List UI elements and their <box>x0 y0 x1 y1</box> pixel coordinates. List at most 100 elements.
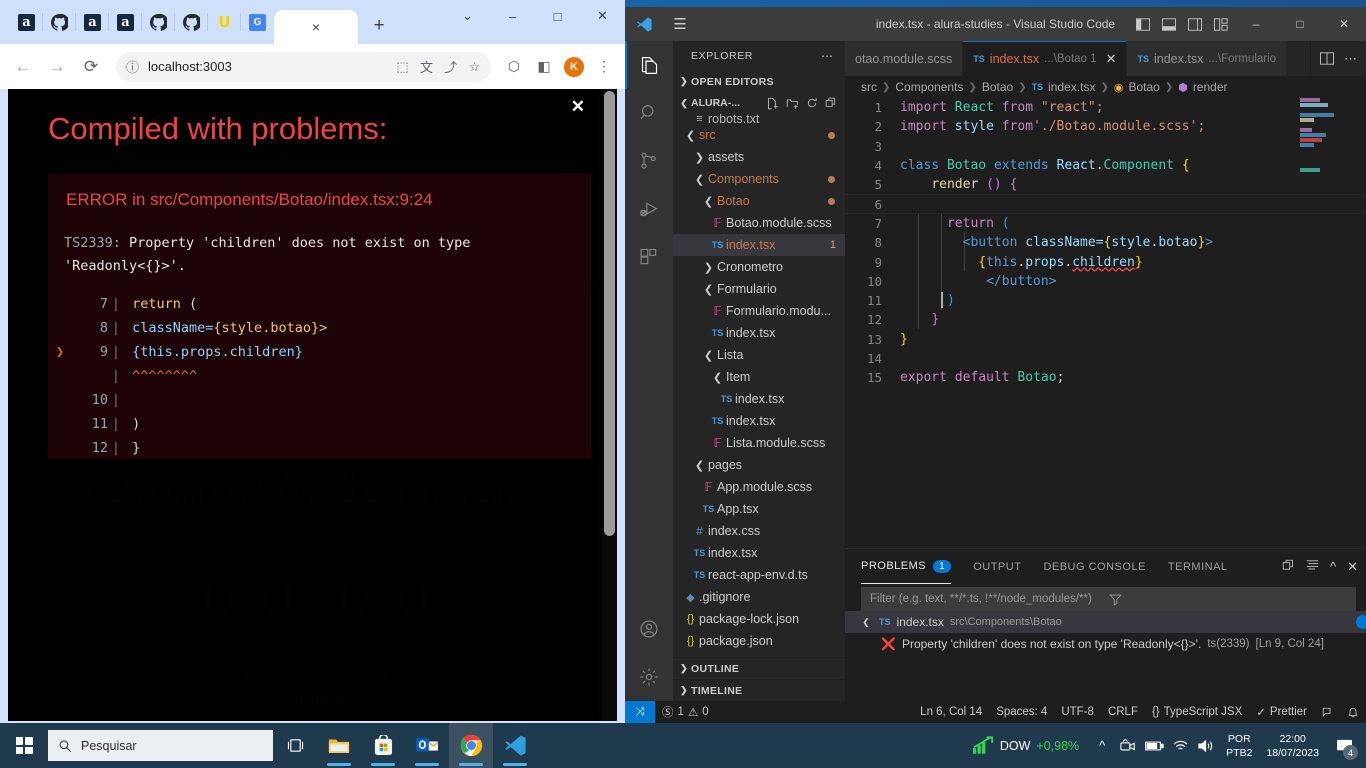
activity-run-debug-icon[interactable] <box>625 185 673 233</box>
site-info-icon[interactable]: ⓘ <box>124 57 141 76</box>
accounts-icon[interactable] <box>625 605 673 653</box>
stock-widget[interactable]: DOW +0,98% <box>962 736 1089 755</box>
editor-tab-otao-module.scss[interactable]: otao.module.scss <box>845 41 964 76</box>
panel-tab-output[interactable]: OUTPUT <box>973 549 1021 584</box>
activity-source-control-icon[interactable] <box>625 137 673 185</box>
tree-file-package-lock.json[interactable]: {} package-lock.json <box>673 608 845 630</box>
breadcrumb-item[interactable]: Components <box>895 80 963 94</box>
tree-folder-components[interactable]: ❮ Components <box>673 168 845 190</box>
pinned-tab-alura-tab-1[interactable]: a <box>10 0 43 44</box>
toggle-panel-icon[interactable] <box>1156 17 1182 31</box>
breadcrumb-item[interactable]: render <box>1193 80 1228 94</box>
pinned-tab-github-tab-3[interactable] <box>175 0 208 44</box>
problems-filter-input[interactable]: Filter (e.g. text, **/*.ts, !**/node_mod… <box>861 587 1356 611</box>
clear-panel-icon[interactable] <box>1306 559 1319 575</box>
meet-now-icon[interactable] <box>1115 723 1141 768</box>
chrome-menu-icon[interactable]: ⋮ <box>591 54 617 80</box>
breadcrumb-item[interactable]: Botao <box>1128 80 1159 94</box>
breadcrumb-item[interactable]: index.tsx <box>1048 80 1095 94</box>
reload-button[interactable]: ⟳ <box>76 52 106 82</box>
volume-icon[interactable] <box>1193 723 1219 768</box>
gear-icon[interactable] <box>625 653 673 701</box>
panel-tab-problems[interactable]: PROBLEMS 1 <box>861 549 952 584</box>
editor-tab-index-tsx[interactable]: TS index.tsx ...\Botao 1 ✕ <box>963 41 1128 76</box>
url-text[interactable]: localhost:3003 <box>148 59 387 74</box>
battery-icon[interactable] <box>1141 723 1167 768</box>
breadcrumb-item[interactable]: Botao <box>982 80 1013 94</box>
code-line[interactable]: 13} <box>845 330 1366 349</box>
clock[interactable]: 22:00 18/07/2023 <box>1259 732 1326 760</box>
code-line[interactable]: 4 class Botao extends React.Component { <box>845 156 1366 175</box>
back-button[interactable]: ← <box>8 52 38 82</box>
language-indicator[interactable]: POR PTB2 <box>1219 732 1259 760</box>
forward-button[interactable]: → <box>42 52 72 82</box>
maximize-button[interactable]: □ <box>535 0 580 32</box>
pinned-tab-github-tab-2[interactable] <box>142 0 175 44</box>
vscode-maximize-button[interactable]: □ <box>1278 7 1322 41</box>
code-line[interactable]: 11 ) <box>845 291 1366 310</box>
tree-file-index.tsx[interactable]: TS index.tsx <box>673 388 845 410</box>
new-file-icon[interactable] <box>766 97 779 110</box>
funnel-icon[interactable] <box>1108 593 1348 606</box>
extensions-icon[interactable]: ⬡ <box>501 54 527 80</box>
status-language-mode[interactable]: {} TypeScript JSX <box>1145 701 1249 723</box>
bookmark-icon[interactable]: ☆ <box>466 59 483 75</box>
code-line[interactable]: 12 } <box>845 310 1366 329</box>
share-icon[interactable]: ⤴ <box>442 57 459 76</box>
status-bell-icon[interactable] <box>1340 701 1366 723</box>
taskbar-vscode[interactable] <box>493 723 537 768</box>
activity-explorer-icon[interactable] <box>625 41 673 89</box>
close-tab-icon[interactable]: × <box>312 19 320 35</box>
problem-file-row[interactable]: ❮ TS index.tsx src\Components\Botao <box>845 611 1366 633</box>
tab-search-icon[interactable]: ⌄ <box>445 0 490 32</box>
tree-file-.gitignore[interactable]: ◆ .gitignore <box>673 586 845 608</box>
tree-file-app.module.scss[interactable]: 𝔽 App.module.scss <box>673 476 845 498</box>
status-eol[interactable]: CRLF <box>1101 701 1145 723</box>
code-line[interactable]: 2 import style from'./Botao.module.scss'; <box>845 117 1366 136</box>
customize-layout-icon[interactable] <box>1208 17 1234 31</box>
code-line[interactable]: 9 {this.props.children} <box>845 252 1366 271</box>
taskbar-microsoft-store[interactable] <box>361 723 405 768</box>
tree-file-botao.module.scss[interactable]: 𝔽 Botao.module.scss <box>673 212 845 234</box>
collapse-all-icon[interactable] <box>825 97 837 110</box>
notification-center[interactable]: 4 <box>1326 723 1362 768</box>
task-view-button[interactable] <box>273 723 317 768</box>
new-tab-button[interactable]: + <box>364 11 394 41</box>
tree-file-react-app-env.d.ts[interactable]: TS react-app-env.d.ts <box>673 564 845 586</box>
code-line[interactable]: 10 </button> <box>845 272 1366 291</box>
code-line[interactable]: 1 import React from "react"; <box>845 98 1366 117</box>
status-indentation[interactable]: Spaces: 4 <box>989 701 1054 723</box>
code-line[interactable]: 3 <box>845 137 1366 156</box>
toggle-secondary-sidebar-icon[interactable] <box>1182 17 1208 31</box>
wifi-icon[interactable] <box>1167 723 1193 768</box>
code-line[interactable]: 14 <box>845 349 1366 368</box>
refresh-icon[interactable] <box>806 97 818 110</box>
install-app-icon[interactable]: ⬚ <box>394 59 411 75</box>
tree-file-lista.module.scss[interactable]: 𝔽 Lista.module.scss <box>673 432 845 454</box>
overlay-close-icon[interactable]: ✕ <box>571 97 585 117</box>
active-browser-tab[interactable]: × <box>274 10 358 44</box>
split-panel-icon[interactable] <box>1282 559 1295 575</box>
code-content[interactable]: 1 import React from "react"; 2 import style… <box>845 98 1366 548</box>
tree-file-index.tsx[interactable]: TS index.tsx <box>673 542 845 564</box>
show-hidden-icons[interactable]: ^ <box>1089 723 1115 768</box>
taskbar-file-explorer[interactable] <box>317 723 361 768</box>
editor-tab-index-tsx[interactable]: TS index.tsx ...\Formulario <box>1127 41 1288 76</box>
vscode-close-button[interactable]: ✕ <box>1322 7 1366 41</box>
tree-file-formulario.modu...[interactable]: 𝔽 Formulario.modu... <box>673 300 845 322</box>
tree-folder-src[interactable]: ❮ src <box>673 124 845 146</box>
page-scrollbar[interactable] <box>602 89 617 721</box>
open-editors-section[interactable]: ❯ OPEN EDITORS <box>673 71 845 92</box>
pinned-tab-udemy-tab[interactable]: U <box>208 0 241 44</box>
taskbar-google-chrome[interactable] <box>449 723 493 768</box>
tree-file-index.css[interactable]: # index.css <box>673 520 845 542</box>
page-scrollbar-thumb[interactable] <box>604 91 615 536</box>
code-line[interactable]: 8 <button className={style.botao}> <box>845 233 1366 252</box>
problem-message-row[interactable]: ❌ Property 'children' does not exist on … <box>845 633 1366 655</box>
tree-folder-assets[interactable]: ❯ assets <box>673 146 845 168</box>
new-folder-icon[interactable] <box>786 97 799 110</box>
pinned-tab-alura-tab-2[interactable]: a <box>76 0 109 44</box>
translate-icon[interactable]: 文 <box>418 57 435 76</box>
status-encoding[interactable]: UTF-8 <box>1054 701 1101 723</box>
status-cursor-position[interactable]: Ln 6, Col 14 <box>913 701 989 723</box>
